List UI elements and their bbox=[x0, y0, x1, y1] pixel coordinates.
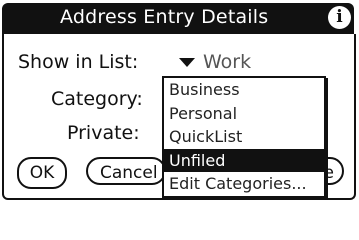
menu-item-personal[interactable]: Personal bbox=[164, 102, 324, 126]
show-in-list-label: Show in List: bbox=[18, 51, 139, 73]
menu-item-unfiled[interactable]: Unfiled bbox=[164, 148, 324, 172]
menu-item-edit-categories[interactable]: Edit Categories... bbox=[164, 172, 324, 196]
ok-button[interactable]: OK bbox=[17, 157, 67, 189]
menu-item-business[interactable]: Business bbox=[164, 78, 324, 102]
cancel-button[interactable]: Cancel bbox=[86, 157, 166, 185]
menu-item-quicklist[interactable]: QuickList bbox=[164, 125, 324, 149]
category-popup-menu: Business Personal QuickList Unfiled Edit… bbox=[162, 76, 326, 198]
info-icon[interactable]: i bbox=[328, 6, 351, 29]
private-label: Private: bbox=[67, 122, 140, 144]
category-label: Category: bbox=[51, 88, 143, 110]
title-bar: Address Entry Details i bbox=[2, 3, 354, 34]
dropdown-arrow-icon bbox=[179, 58, 195, 67]
show-in-list-picker[interactable]: Work bbox=[179, 51, 251, 73]
show-in-list-value: Work bbox=[203, 51, 252, 73]
window-title: Address Entry Details bbox=[60, 6, 269, 28]
